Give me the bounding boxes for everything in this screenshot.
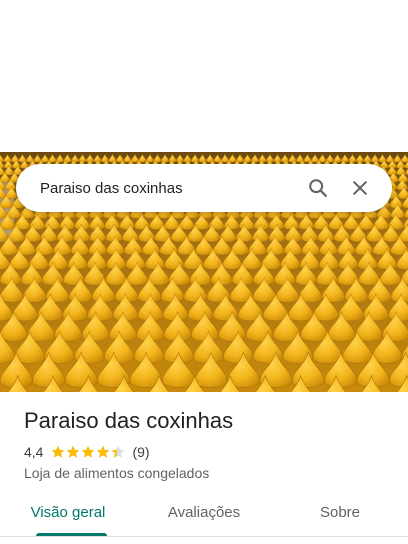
search-query-text[interactable]: Paraiso das coxinhas xyxy=(40,180,294,197)
star-rating xyxy=(51,445,126,459)
star-icon xyxy=(112,445,125,458)
tab-reviews[interactable]: Avaliações xyxy=(136,494,272,536)
rating-value: 4,4 xyxy=(24,444,44,460)
place-category[interactable]: Loja de alimentos congelados xyxy=(24,465,209,481)
tab-overview[interactable]: Visão geral xyxy=(0,494,136,536)
search-bar[interactable]: Paraiso das coxinhas xyxy=(16,164,392,212)
blank-map-area xyxy=(0,0,408,152)
star-icon xyxy=(82,445,95,458)
star-icon xyxy=(52,445,65,458)
place-name: Paraiso das coxinhas xyxy=(24,408,234,433)
review-count[interactable]: (9) xyxy=(132,444,149,460)
tab-bar: Visão geral Avaliações Sobre xyxy=(0,494,408,536)
star-icon xyxy=(67,445,80,458)
tab-divider xyxy=(0,536,408,537)
star-icon xyxy=(97,445,110,458)
search-icon[interactable] xyxy=(300,170,336,206)
close-icon[interactable] xyxy=(342,170,378,206)
tab-about[interactable]: Sobre xyxy=(272,494,408,536)
rating-row[interactable]: 4,4 (9) xyxy=(24,444,150,460)
